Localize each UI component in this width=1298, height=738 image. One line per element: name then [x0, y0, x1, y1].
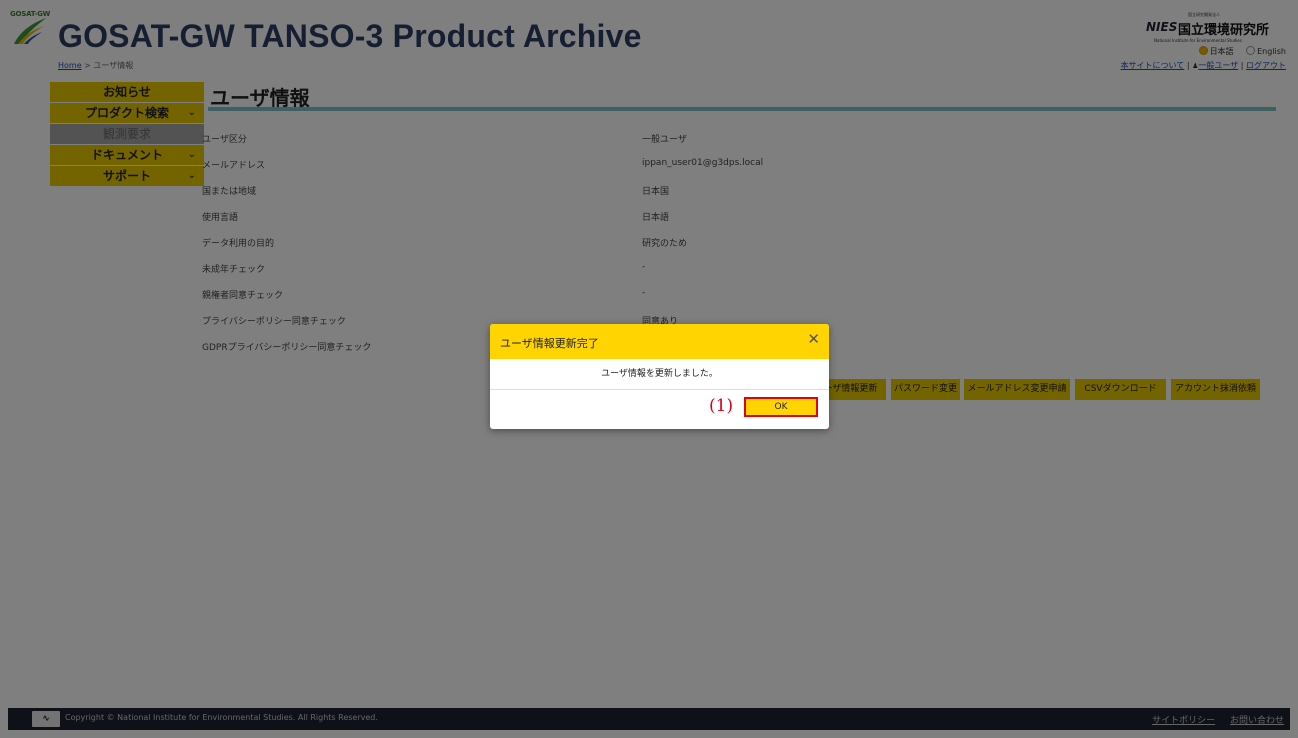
ok-button[interactable]: OK — [744, 397, 818, 417]
close-icon[interactable]: ✕ — [807, 332, 820, 347]
dialog-message: ユーザ情報を更新しました。 — [490, 359, 829, 390]
update-complete-dialog: ユーザ情報更新完了 ✕ ユーザ情報を更新しました。 OK — [490, 324, 829, 429]
dialog-header: ユーザ情報更新完了 ✕ — [490, 324, 829, 359]
dialog-footer: OK — [490, 390, 829, 429]
dialog-title: ユーザ情報更新完了 — [500, 337, 599, 350]
step-callout-label: (1) — [709, 396, 734, 416]
